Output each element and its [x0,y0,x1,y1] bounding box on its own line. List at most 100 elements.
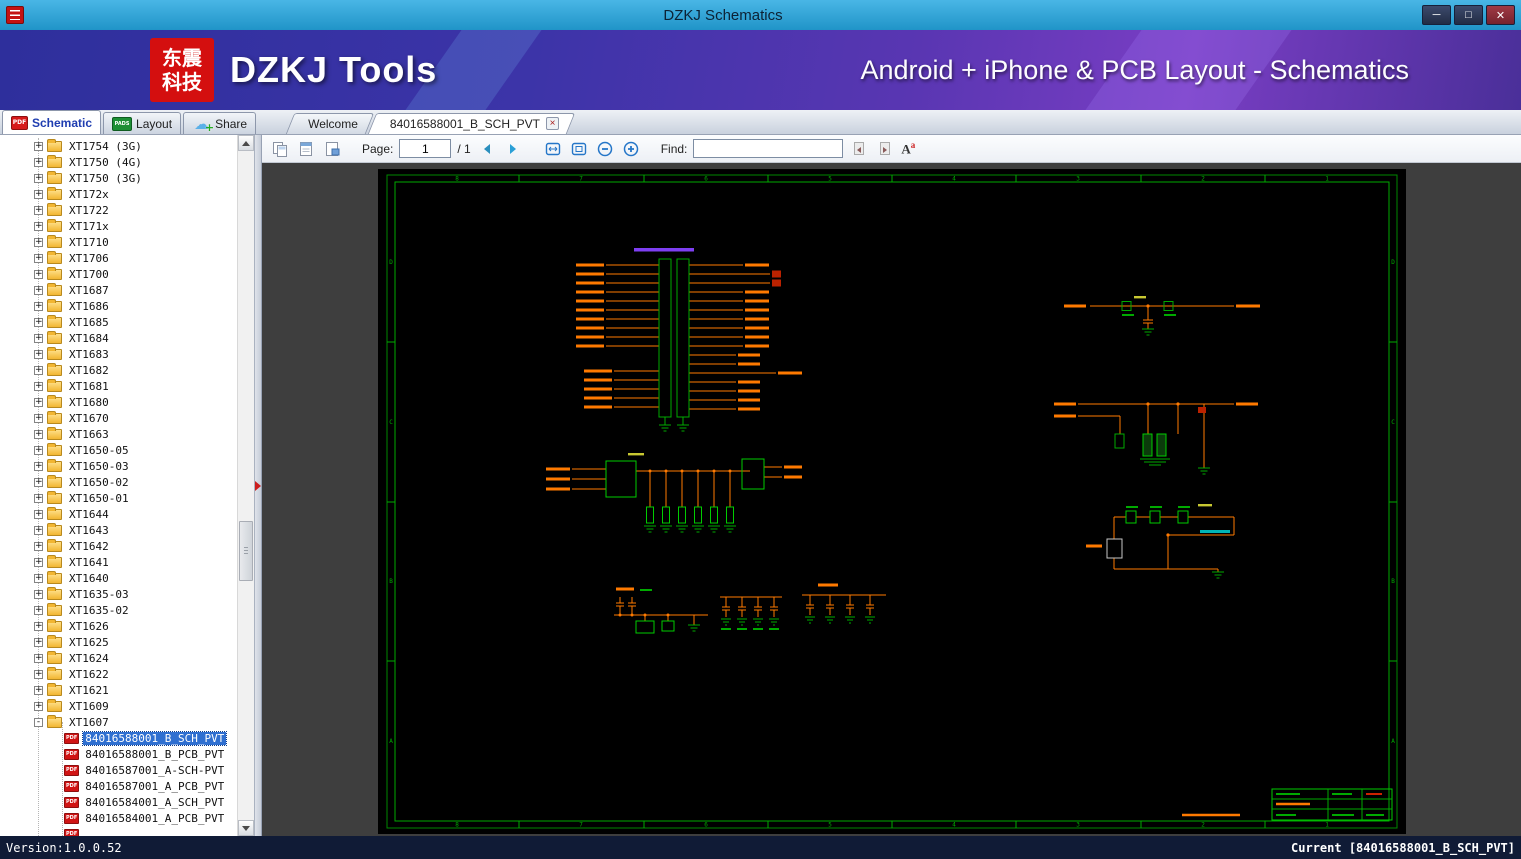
expand-icon[interactable]: + [34,237,43,247]
scrollbar-thumb[interactable] [239,520,253,581]
fit-width-button[interactable] [543,139,563,159]
expand-icon[interactable]: + [34,349,43,359]
tree-folder[interactable]: + XT1641 [0,554,237,570]
expand-icon[interactable]: + [34,557,43,567]
tree-folder[interactable]: + XT1650-02 [0,474,237,490]
tree-folder[interactable]: + XT1626 [0,618,237,634]
expand-icon[interactable]: + [34,189,43,199]
expand-icon[interactable]: + [34,397,43,407]
expand-icon[interactable]: + [34,269,43,279]
scroll-down-button[interactable] [238,820,254,836]
expand-icon[interactable]: + [34,477,43,487]
tree-folder[interactable]: + XT1700 [0,266,237,282]
tree-folder[interactable]: + XT1635-02 [0,602,237,618]
tree-folder[interactable]: + XT1644 [0,506,237,522]
doc-tab[interactable]: Welcome [290,113,370,134]
tree-folder[interactable]: + XT1681 [0,378,237,394]
tree-folder[interactable]: + XT1722 [0,202,237,218]
tree-folder[interactable]: + XT1622 [0,666,237,682]
copy-page-icon[interactable] [270,139,290,159]
close-tab-icon[interactable]: × [546,117,560,130]
tree-folder[interactable]: + XT1710 [0,234,237,250]
expand-icon[interactable]: + [34,589,43,599]
multi-page-view-icon[interactable] [296,139,316,159]
tree-folder[interactable]: + XT1670 [0,410,237,426]
expand-icon[interactable]: + [34,573,43,583]
tree-folder[interactable]: + XT1663 [0,426,237,442]
app-tab-share[interactable]: ☁Share [183,112,257,134]
tree-folder[interactable]: + XT1754 (3G) [0,138,237,154]
page-number-input[interactable] [399,139,452,158]
expand-icon[interactable]: + [34,701,43,711]
match-case-icon[interactable]: Aa [901,140,915,157]
expand-icon[interactable]: + [34,365,43,375]
tree-folder[interactable]: + XT1650-01 [0,490,237,506]
tree-folder[interactable]: + XT1687 [0,282,237,298]
tree-document[interactable]: PDF 84016588001_B_PCB_PVT [0,746,237,762]
expand-icon[interactable]: + [34,685,43,695]
expand-icon[interactable]: + [34,445,43,455]
expand-icon[interactable]: + [34,541,43,551]
maximize-button[interactable]: □ [1454,5,1483,25]
snapshot-icon[interactable] [322,139,342,159]
tree-document[interactable]: PDF 84016587001_A_PCB_PVT [0,778,237,794]
expand-icon[interactable]: + [34,461,43,471]
expand-icon[interactable]: + [34,429,43,439]
prev-page-button[interactable] [477,139,497,159]
tree-folder[interactable]: + XT1684 [0,330,237,346]
expand-icon[interactable]: + [34,253,43,263]
expand-icon[interactable]: + [34,413,43,423]
find-prev-button[interactable] [849,139,869,159]
expand-icon[interactable]: + [34,653,43,663]
expand-icon[interactable]: + [34,221,43,231]
doc-tab[interactable]: 84016588001_B_SCH_PVT × [372,113,571,134]
expand-icon[interactable]: + [34,317,43,327]
schematic-canvas[interactable]: 8 8 7 7 6 6 5 5 4 4 3 3 2 2 1 1 D D C C B B A A [262,163,1521,836]
expand-icon[interactable]: + [34,285,43,295]
find-next-button[interactable] [875,139,895,159]
scroll-up-button[interactable] [238,135,254,151]
expand-icon[interactable]: + [34,637,43,647]
tree-folder[interactable]: + XT171x [0,218,237,234]
tree-folder[interactable]: + XT1609 [0,698,237,714]
tree-folder[interactable]: + XT172x [0,186,237,202]
tree-folder[interactable]: + XT1640 [0,570,237,586]
app-tab-layout[interactable]: PADS Layout [103,112,182,134]
tree-folder[interactable]: + XT1685 [0,314,237,330]
tree-document[interactable]: PDF 84016584001_A_PCB_PVT [0,810,237,826]
expand-icon[interactable]: + [34,301,43,311]
tree-folder[interactable]: + XT1625 [0,634,237,650]
expand-icon[interactable]: + [34,157,43,167]
expand-icon[interactable]: + [34,525,43,535]
tree-folder[interactable]: + XT1680 [0,394,237,410]
tree-document[interactable]: PDF 84016584001_A_SCH_PVT [0,794,237,810]
tree-folder[interactable]: + XT1642 [0,538,237,554]
expand-icon[interactable]: + [34,605,43,615]
tree-document[interactable]: PDF 84016588001_B_SCH_PVT [0,730,237,746]
expand-icon[interactable]: + [34,669,43,679]
tree-folder[interactable]: + XT1750 (4G) [0,154,237,170]
collapse-arrow-icon[interactable] [255,480,261,491]
expand-icon[interactable]: + [34,333,43,343]
tree-document[interactable]: PDF [0,826,237,836]
next-page-button[interactable] [503,139,523,159]
minimize-button[interactable]: ─ [1422,5,1451,25]
tree-folder[interactable]: + XT1621 [0,682,237,698]
panel-splitter[interactable] [254,135,262,836]
tree-folder[interactable]: + XT1650-03 [0,458,237,474]
expand-icon[interactable]: + [34,509,43,519]
expand-icon[interactable]: + [34,173,43,183]
schematic-page[interactable]: 8 8 7 7 6 6 5 5 4 4 3 3 2 2 1 1 D D C C B B A A [378,169,1406,834]
app-tab-schematic[interactable]: PDF Schematic [2,110,102,134]
tree-folder[interactable]: + XT1706 [0,250,237,266]
tree-scrollbar[interactable] [237,135,254,836]
zoom-in-button[interactable] [621,139,641,159]
tree-folder[interactable]: + XT1682 [0,362,237,378]
expand-icon[interactable]: + [34,381,43,391]
fit-page-button[interactable] [569,139,589,159]
tree-document[interactable]: PDF 84016587001_A-SCH-PVT [0,762,237,778]
zoom-out-button[interactable] [595,139,615,159]
close-button[interactable]: ✕ [1486,5,1515,25]
find-input[interactable] [693,139,844,158]
tree-folder[interactable]: + XT1635-03 [0,586,237,602]
